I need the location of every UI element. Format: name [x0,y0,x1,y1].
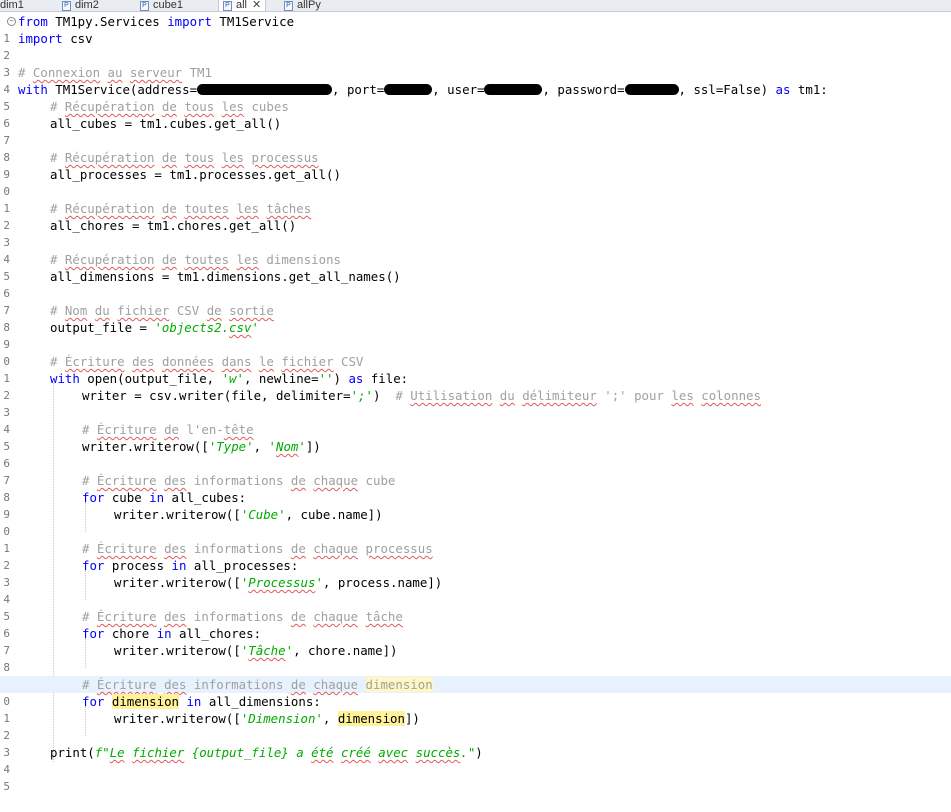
line-number: 5 [3,780,10,793]
code-line[interactable]: 4 [0,234,951,266]
redacted-user [484,84,543,95]
code-line[interactable]: 0 [0,336,951,368]
code-line[interactable]: 6 # Récupération de tous les cubes [0,98,951,130]
code-line-current[interactable]: 0 # Écriture des informations de chaque … [0,676,951,708]
code-line[interactable]: 7 for chore in all_chores: [0,625,951,657]
keyword: import [18,31,63,46]
python-file-icon: P [223,1,232,11]
code-text: csv [62,31,93,46]
code-line[interactable]: 4 # Connexion au serveur TM1 [0,64,951,96]
keyword: with [18,82,48,97]
code-line[interactable]: 2 import csv [0,30,951,62]
comment: # Écriture des informations de chaque di… [82,677,433,692]
code-line[interactable]: 2 # Écriture des informations de chaque … [0,540,951,572]
python-file-icon: P [284,1,293,11]
code-line[interactable]: 8 writer.writerow(['Tâche', chore.name]) [0,642,951,674]
comment: # Écriture des informations de chaque cu… [82,473,396,488]
code-line[interactable]: 3 writer = csv.writer(file, delimiter=';… [0,387,951,419]
close-icon[interactable]: ✕ [252,0,261,11]
python-file-icon: P [62,1,71,11]
code-line[interactable]: 9 # Récupération de tous les processus [0,149,951,181]
comment: # Connexion au serveur TM1 [18,65,212,80]
code-line[interactable]: 7 [0,285,951,317]
code-line[interactable]: 8 # Écriture des informations de chaque … [0,472,951,504]
tab-dim2[interactable]: P dim2 [62,0,99,11]
tab-all[interactable]: P all ✕ [218,0,267,11]
code-line[interactable]: 2 # Récupération de toutes les tâches [0,200,951,232]
code-line[interactable]: 3 [0,47,951,79]
comment: # Récupération de toutes les dimensions [50,252,341,267]
code-line[interactable]: 0 writer.writerow(['Cube', cube.name]) [0,506,951,538]
code-line[interactable]: 2 writer.writerow(['Dimension', dimensio… [0,710,951,742]
comment: # Écriture des informations de chaque pr… [82,541,433,556]
code-line[interactable]: 3 all_chores = tm1.chores.get_all() [0,217,951,249]
tab-label: dim1 [0,0,24,11]
tab-label: allPy [297,0,321,11]
comment: # Récupération de toutes les tâches [50,201,312,216]
code-line[interactable]: 1 for dimension in all_dimensions: [0,693,951,725]
code-line[interactable]: 6 # Écriture des informations de chaque … [0,608,951,640]
keyword: import [167,14,212,29]
code-line[interactable]: 1 − from TM1py.Services import TM1Servic… [0,13,951,45]
code-line[interactable]: 7 all_cubes = tm1.cubes.get_all() [0,115,951,147]
comment: # Utilisation du délimiteur ';' pour les… [395,388,761,403]
code-line[interactable]: 5 # Récupération de toutes les dimension… [0,251,951,283]
code-line[interactable]: 4 print(f"Le fichier {output_file} a été… [0,744,951,776]
code-text: output_file = [50,320,155,335]
code-line[interactable]: 4 [0,404,951,436]
code-text: all_processes = tm1.processes.get_all() [50,167,341,182]
comment: # Nom du fichier CSV de sortie [50,303,274,318]
editor-tab-bar: dim1 P dim2 P cube1 P all ✕ P allPy [0,0,951,12]
python-file-icon: P [140,1,149,11]
code-line[interactable]: 1 [0,183,951,215]
redacted-port [384,84,433,95]
code-text: TM1py.Services [47,14,168,29]
code-line[interactable]: 5 [0,591,951,623]
tab-cube1[interactable]: P cube1 [140,0,183,11]
code-line[interactable]: 5 with TM1Service(address=, port=, user=… [0,81,951,113]
comment: # Récupération de tous les cubes [50,99,289,114]
code-line[interactable]: 8 [0,132,951,164]
code-line[interactable]: 4 writer.writerow(['Processus', process.… [0,574,951,606]
string-literal: 'w' [221,371,244,386]
code-text: all_cubes = tm1.cubes.get_all() [50,116,282,131]
tab-label: cube1 [153,0,183,11]
redacted-address [197,84,333,95]
code-text: all_dimensions = tm1.dimensions.get_all_… [50,269,401,284]
comment: # Écriture des données dans le fichier C… [50,354,364,369]
tab-label: dim2 [75,0,99,11]
keyword: from [18,14,48,29]
code-line[interactable]: 8 # Nom du fichier CSV de sortie [0,302,951,334]
code-line[interactable]: 0 all_processes = tm1.processes.get_all(… [0,166,951,198]
occurrence-highlight: dimension [337,711,405,726]
code-line[interactable]: 3 for process in all_processes: [0,557,951,589]
code-line[interactable]: 1 # Écriture des données dans le fichier… [0,353,951,385]
code-editor[interactable]: 1 − from TM1py.Services import TM1Servic… [0,12,951,811]
code-text: all_chores = tm1.chores.get_all() [50,218,297,233]
code-line[interactable]: 2 with open(output_file, 'w', newline=''… [0,370,951,402]
occurrence-highlight: dimension [365,677,433,692]
code-text: TM1Service [211,14,295,29]
string-literal: 'objects2. [154,320,230,335]
code-line[interactable]: 7 [0,455,951,487]
code-line[interactable]: 9 output_file = 'objects2.csv' [0,319,951,351]
code-line[interactable]: 1 [0,523,951,555]
code-line[interactable]: 6 all_dimensions = tm1.dimensions.get_al… [0,268,951,300]
comment: # Écriture des informations de chaque tâ… [82,609,403,624]
tab-dim1[interactable]: dim1 [0,0,24,11]
code-line[interactable]: 6 writer.writerow(['Type', 'Nom']) [0,438,951,470]
code-line[interactable]: 3 [0,727,951,759]
occurrence-highlight: dimension [111,694,179,709]
tab-label: all [236,0,248,11]
redacted-password [624,84,679,95]
tab-allpy[interactable]: P allPy [284,0,321,11]
code-line[interactable]: 9 for cube in all_cubes: [0,489,951,521]
keyword: with [50,371,80,386]
code-line[interactable]: 5 # Écriture de l'en-tête [0,421,951,453]
comment: # Écriture de l'en-tête [82,422,254,437]
code-line[interactable]: 5 [0,761,951,793]
fold-toggle-icon[interactable]: − [7,17,16,26]
comment: # Récupération de tous les processus [50,150,319,165]
code-line[interactable]: 9 [0,659,951,691]
